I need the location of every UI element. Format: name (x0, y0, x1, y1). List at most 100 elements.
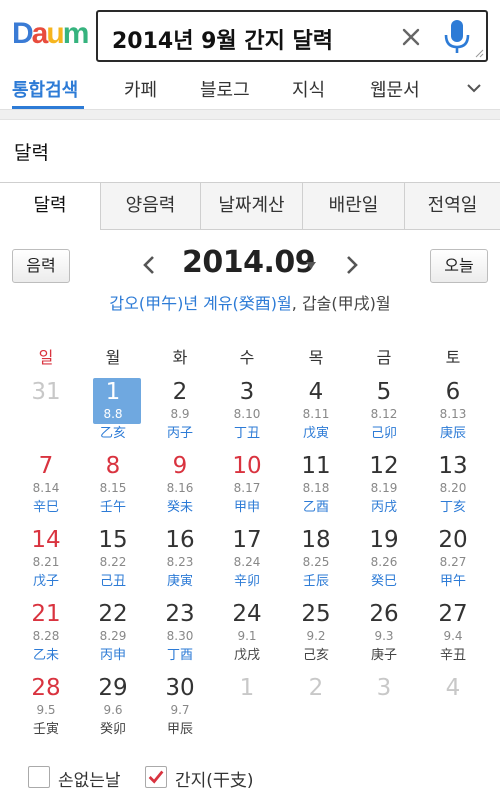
calendar-day[interactable]: 13 8.20 丁亥 (421, 452, 485, 524)
calendar-day[interactable]: 14 8.21 戊子 (14, 526, 78, 598)
lunar-date: 8.26 (370, 555, 398, 569)
calendar-day[interactable]: 28 9.5 壬寅 (14, 674, 78, 746)
subtab-calendar[interactable]: 달력 (0, 183, 100, 231)
nav-tab-cafe[interactable]: 카페 (124, 76, 157, 102)
calendar-day[interactable]: 15 8.22 己丑 (81, 526, 145, 598)
calendar-day[interactable]: 20 8.27 甲午 (421, 526, 485, 598)
prev-month-icon[interactable] (142, 255, 156, 275)
chevron-down-icon[interactable] (466, 82, 482, 94)
calendar-day[interactable]: 7 8.14 辛巳 (14, 452, 78, 524)
day-number: 9 (172, 453, 188, 479)
calendar-day[interactable]: 2 (284, 674, 348, 746)
subtab-solar-lunar[interactable]: 양음력 (100, 183, 200, 230)
calendar-day[interactable]: 17 8.24 辛卯 (215, 526, 279, 598)
search-box[interactable]: 2014년 9월 간지 달력 (96, 10, 488, 62)
lunar-date: 9.1 (237, 629, 257, 643)
search-input[interactable]: 2014년 9월 간지 달력 (112, 23, 333, 55)
lunar-date: 8.16 (166, 481, 194, 495)
day-number: 21 (31, 601, 61, 627)
ganji-checkbox[interactable] (145, 766, 167, 788)
ganji-year-month[interactable]: 갑오(甲午)년 계유(癸酉)월 (109, 294, 291, 313)
caret-down-icon[interactable] (306, 262, 316, 269)
day-number: 8 (105, 453, 121, 479)
calendar-day[interactable]: 10 8.17 甲申 (215, 452, 279, 524)
lunar-date: 8.17 (233, 481, 261, 495)
calendar-day[interactable]: 24 9.1 戊戌 (215, 600, 279, 672)
nav-tab-webdocs[interactable]: 웹문서 (370, 76, 420, 102)
day-number: 6 (445, 379, 461, 405)
section-title: 달력 (14, 142, 49, 164)
calendar-day[interactable]: 31 (14, 378, 78, 450)
today-button[interactable]: 오늘 (430, 249, 488, 283)
ganji-option[interactable]: 간지(干支) (145, 766, 295, 791)
clear-icon[interactable] (398, 24, 424, 50)
next-month-icon[interactable] (345, 255, 359, 275)
calendar-day[interactable]: 9 8.16 癸未 (148, 452, 212, 524)
subtab-ovulation[interactable]: 배란일 (302, 183, 404, 230)
day-number: 3 (239, 379, 255, 405)
ganji-day-label: 甲午 (439, 574, 466, 589)
lunar-date: 8.9 (170, 407, 190, 421)
calendar-day[interactable]: 3 8.10 丁丑 (215, 378, 279, 450)
lunar-date: 9.2 (306, 629, 326, 643)
calendar-day[interactable]: 2 8.9 丙子 (148, 378, 212, 450)
day-number: 14 (31, 527, 61, 553)
calendar-day[interactable]: 12 8.19 丙戌 (352, 452, 416, 524)
calendar-day[interactable]: 22 8.29 丙申 (81, 600, 145, 672)
weekday-label: 토 (445, 348, 461, 367)
lunar-date: 8.21 (32, 555, 60, 569)
section-divider (0, 110, 500, 120)
day-number: 31 (31, 379, 61, 405)
calendar-day[interactable]: 16 8.23 庚寅 (148, 526, 212, 598)
calendar-day[interactable]: 6 8.13 庚辰 (421, 378, 485, 450)
calendar-day[interactable]: 25 9.2 己亥 (284, 600, 348, 672)
calendar-day[interactable]: 26 9.3 庚子 (352, 600, 416, 672)
day-number: 29 (98, 675, 128, 701)
day-number: 7 (38, 453, 54, 479)
calendar-day[interactable]: 18 8.25 壬辰 (284, 526, 348, 598)
calendar-day[interactable]: 19 8.26 癸巳 (352, 526, 416, 598)
lunar-date: 9.4 (443, 629, 463, 643)
lunar-date: 8.19 (370, 481, 398, 495)
lunar-toggle-button[interactable]: 음력 (12, 249, 70, 283)
calendar-day[interactable]: 4 (421, 674, 485, 746)
lunar-date: 8.20 (439, 481, 467, 495)
calendar-day[interactable]: 1 (215, 674, 279, 746)
resize-handle-icon (475, 49, 484, 58)
logo-letter: a (31, 17, 49, 50)
ganji-day-label: 丙戌 (370, 500, 397, 515)
nav-tab-blog[interactable]: 블로그 (200, 76, 250, 102)
lunar-date: 9.6 (103, 703, 123, 717)
lunar-date: 9.3 (374, 629, 394, 643)
subtab-discharge[interactable]: 전역일 (404, 183, 500, 230)
no-bad-day-checkbox[interactable] (28, 766, 50, 788)
day-number: 17 (232, 527, 262, 553)
ganji-day-label: 壬寅 (32, 722, 59, 737)
subtab-date-calc[interactable]: 날짜계산 (200, 183, 302, 230)
daum-logo[interactable]: Daum (12, 16, 89, 52)
search-nav: 통합검색 카페 블로그 지식 웹문서 (0, 68, 500, 110)
calendar-day[interactable]: 23 8.30 丁酉 (148, 600, 212, 672)
weekday-label: 수 (239, 348, 255, 367)
calendar-day[interactable]: 5 8.12 己卯 (352, 378, 416, 450)
day-number: 2 (172, 379, 188, 405)
lunar-date: 8.18 (302, 481, 330, 495)
calendar-day[interactable]: 30 9.7 甲辰 (148, 674, 212, 746)
calendar-day[interactable]: 3 (352, 674, 416, 746)
calendar-day[interactable]: 8 8.15 壬午 (81, 452, 145, 524)
calendar-day[interactable]: 4 8.11 戊寅 (284, 378, 348, 450)
weekday-label: 일 (38, 348, 54, 367)
nav-tab-knowledge[interactable]: 지식 (292, 76, 325, 102)
calendar-day[interactable]: 1 8.8 乙亥 (81, 378, 145, 450)
lunar-date: 8.24 (233, 555, 261, 569)
microphone-icon[interactable] (442, 18, 472, 56)
ganji-day-label: 辛巳 (32, 500, 59, 515)
lunar-date: 8.28 (32, 629, 60, 643)
calendar-day[interactable]: 11 8.18 乙酉 (284, 452, 348, 524)
calendar-day[interactable]: 21 8.28 乙未 (14, 600, 78, 672)
nav-tab-integrated[interactable]: 통합검색 (12, 76, 78, 102)
calendar-day[interactable]: 29 9.6 癸卯 (81, 674, 145, 746)
month-title[interactable]: 2014.09 (182, 245, 316, 280)
calendar-day[interactable]: 27 9.4 辛丑 (421, 600, 485, 672)
ganji-day-label: 丁酉 (166, 648, 193, 663)
